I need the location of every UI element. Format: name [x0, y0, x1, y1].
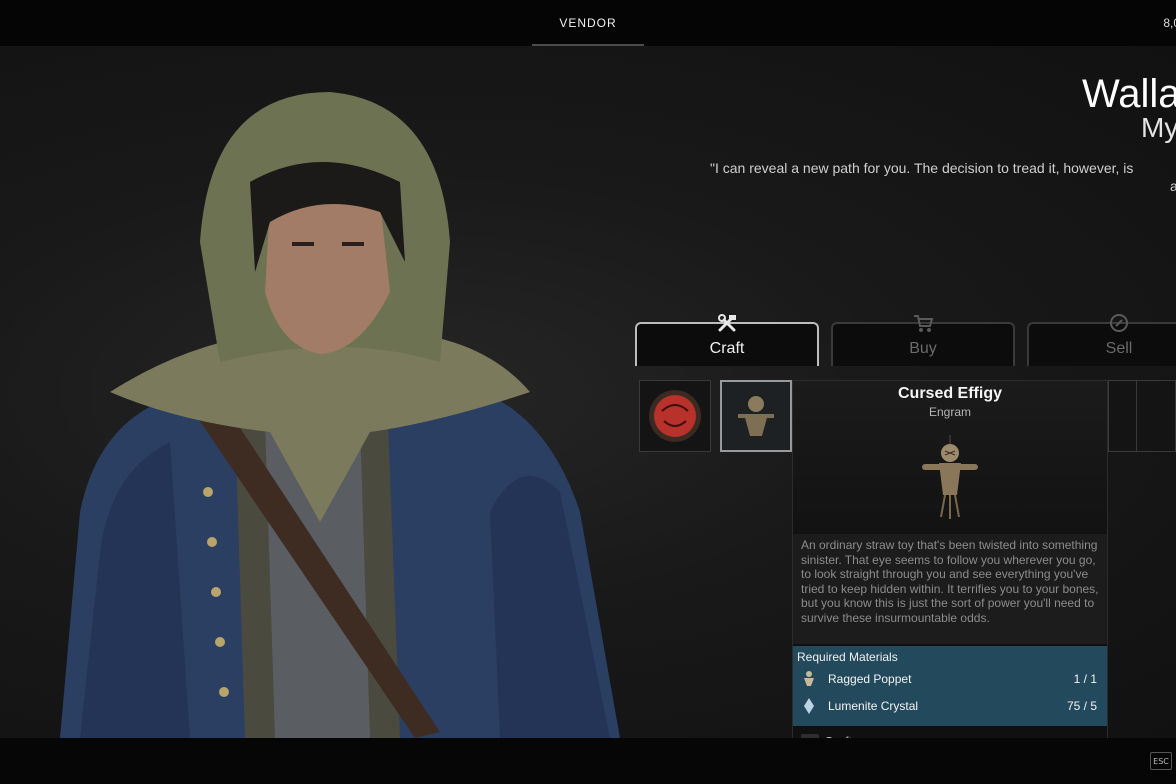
cursed-effigy-icon — [922, 435, 978, 519]
required-materials-panel: Required Materials Ragged Poppet 1 / 1 L… — [793, 646, 1107, 726]
material-name: Lumenite Crystal — [828, 699, 919, 713]
tab-buy[interactable]: Buy — [831, 315, 1015, 366]
item-tooltip: Cursed Effigy Engram An ordinary straw t… — [792, 380, 1108, 758]
vendor-tab[interactable]: VENDOR — [532, 0, 644, 46]
vendor-character-portrait — [60, 92, 620, 738]
material-row: Ragged Poppet 1 / 1 — [793, 668, 1107, 692]
item-slot-red-amulet[interactable] — [639, 380, 711, 452]
material-count: 75 / 5 — [1066, 699, 1097, 713]
tab-craft-label: Craft — [709, 340, 745, 357]
escape-key-hint[interactable]: ESC — [1150, 752, 1172, 770]
tab-sell-label: Sell — [1105, 340, 1133, 357]
tab-buy-label: Buy — [909, 340, 937, 357]
vendor-title: My — [1141, 112, 1176, 143]
coin-icon — [1110, 314, 1128, 332]
poppet-icon — [804, 671, 814, 686]
item-type: Engram — [928, 405, 972, 419]
red-amulet-icon — [649, 390, 701, 442]
effigy-thumbnail-icon — [722, 382, 790, 450]
tab-sell[interactable]: Sell — [1027, 314, 1176, 366]
material-count: 1 / 1 — [1073, 672, 1097, 686]
material-name: Ragged Poppet — [828, 672, 912, 686]
crossed-tools-icon — [718, 314, 736, 332]
item-description: An ordinary straw toy that's been twiste… — [793, 534, 1107, 644]
tab-craft[interactable]: Craft — [635, 314, 819, 366]
item-name: Cursed Effigy — [897, 385, 1002, 402]
item-slot-empty[interactable] — [1136, 380, 1176, 452]
cart-icon — [914, 315, 934, 332]
vendor-quote-continued: a — [1170, 178, 1176, 194]
bottom-bar — [0, 738, 1176, 784]
currency-display: 8,0 — [1163, 16, 1176, 30]
required-materials-title: Required Materials — [797, 650, 898, 664]
material-row: Lumenite Crystal 75 / 5 — [793, 695, 1107, 719]
vendor-name: Walla — [1082, 72, 1176, 116]
vendor-quote: "I can reveal a new path for you. The de… — [710, 160, 1134, 176]
item-slot-cursed-effigy[interactable] — [720, 380, 792, 452]
crystal-icon — [804, 698, 814, 714]
